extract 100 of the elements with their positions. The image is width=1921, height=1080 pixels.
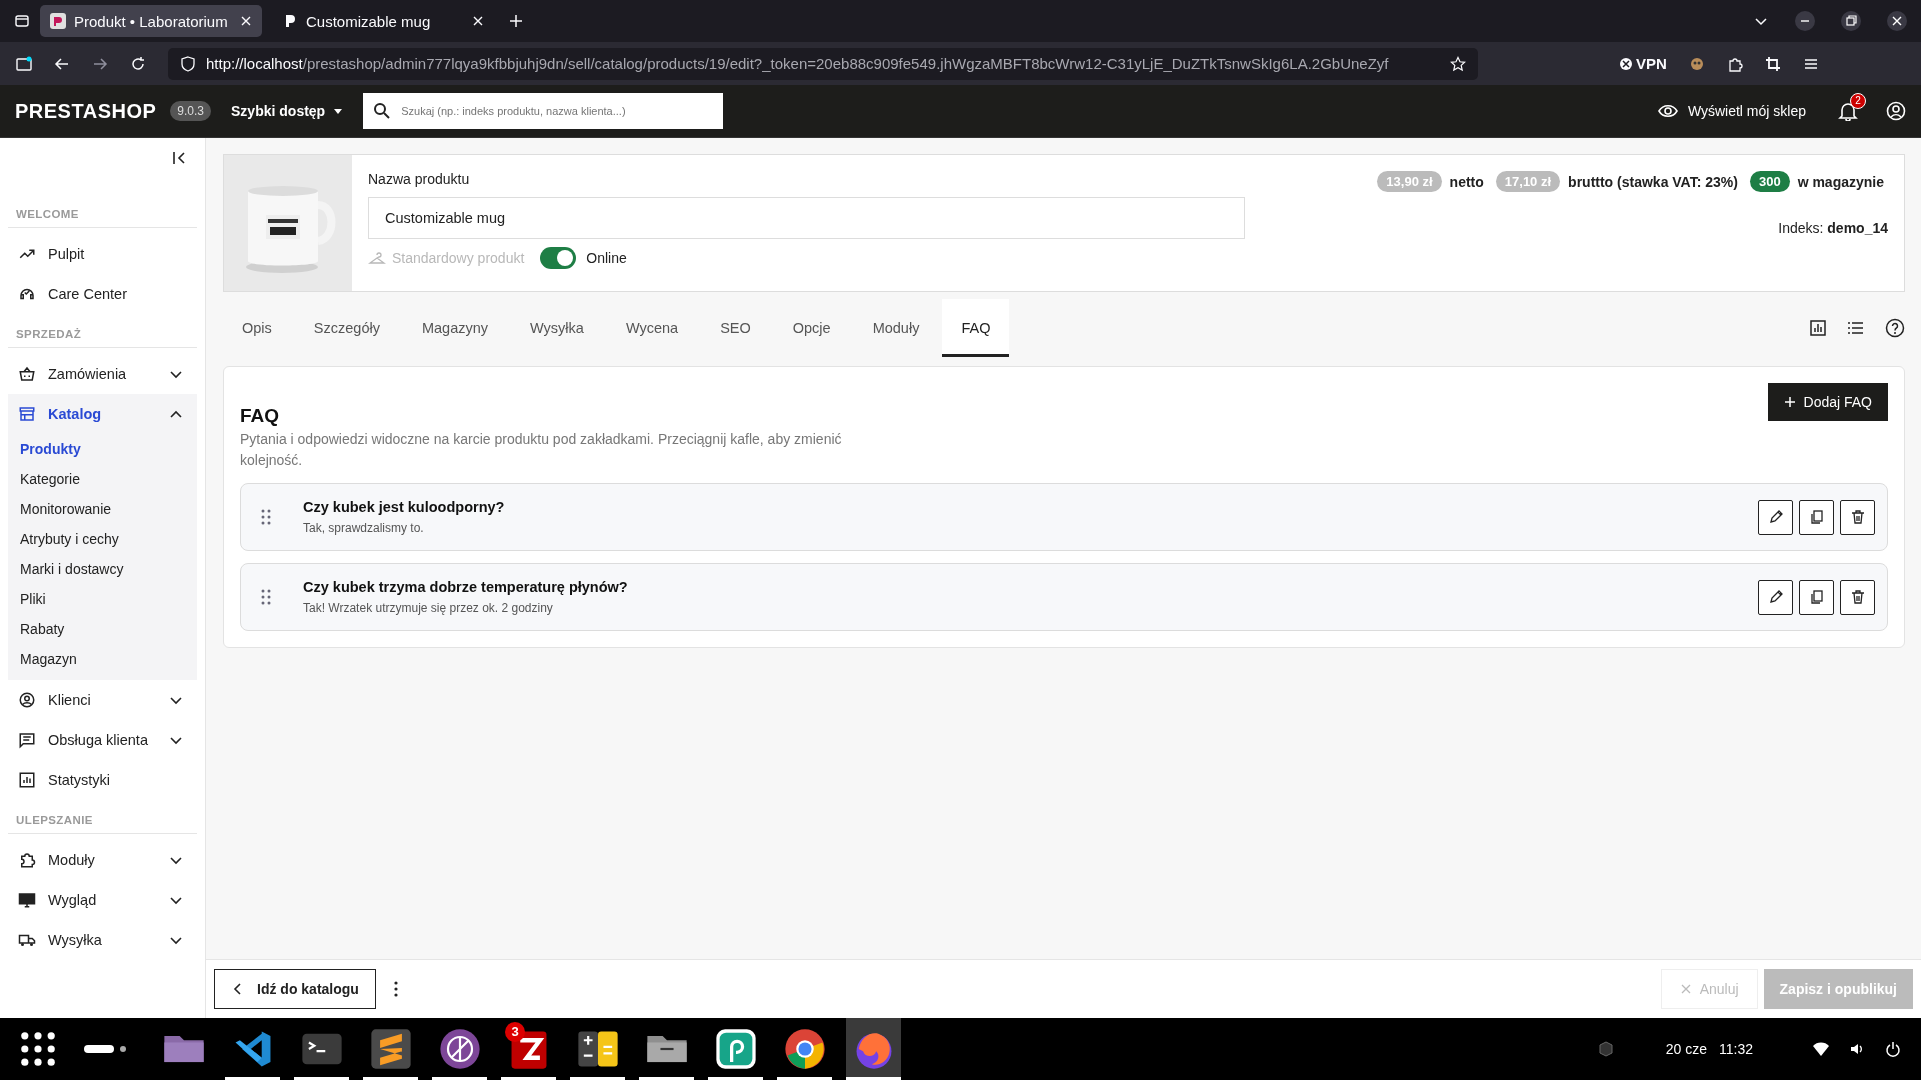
- pencil-icon: [1767, 589, 1784, 605]
- submenu-item[interactable]: Atrybuty i cechy: [8, 524, 197, 554]
- app-grid-icon[interactable]: [20, 1031, 56, 1067]
- delete-button[interactable]: [1840, 579, 1875, 615]
- wifi-icon[interactable]: [1813, 1041, 1829, 1057]
- submenu-item[interactable]: Pliki: [8, 584, 197, 614]
- faq-item[interactable]: Czy kubek jest kuloodporny? Tak, sprawdzalismy to.: [240, 483, 1888, 551]
- tab[interactable]: Magazyny: [402, 299, 507, 357]
- duplicate-button[interactable]: [1799, 579, 1834, 615]
- tab[interactable]: SEO: [701, 299, 770, 357]
- sidebar-item[interactable]: Care Center: [8, 274, 197, 314]
- submenu-item[interactable]: Rabaty: [8, 614, 197, 644]
- sidebar-item[interactable]: Pulpit: [8, 234, 197, 274]
- submenu-item[interactable]: Kategorie: [8, 464, 197, 494]
- add-faq-button[interactable]: Dodaj FAQ: [1767, 383, 1888, 421]
- pencil-icon: [1767, 509, 1784, 525]
- sidebar-item[interactable]: Moduły: [8, 840, 197, 880]
- menu-item-icon: [18, 731, 36, 749]
- extension-icon[interactable]: [1688, 55, 1705, 72]
- copy-icon: [1808, 509, 1825, 525]
- tab[interactable]: FAQ: [942, 299, 1010, 357]
- close-icon: [1679, 983, 1692, 995]
- chart-icon[interactable]: [1809, 319, 1827, 337]
- account-icon[interactable]: [1886, 101, 1906, 121]
- sidebar-item[interactable]: Zamówienia: [8, 354, 197, 394]
- help-icon[interactable]: [1885, 318, 1905, 338]
- hanger-icon: [368, 249, 386, 267]
- reload-icon[interactable]: [130, 55, 146, 72]
- restore-icon[interactable]: [1841, 11, 1861, 31]
- back-icon[interactable]: [54, 55, 70, 72]
- tab[interactable]: Moduły: [853, 299, 939, 357]
- power-icon[interactable]: [1885, 1041, 1901, 1057]
- tab-title: Customizable mug: [306, 12, 432, 30]
- price-label: netto: [1449, 173, 1484, 190]
- sidebar-item[interactable]: Statystyki: [8, 760, 197, 800]
- sidebar-item[interactable]: Wysyłka: [8, 920, 197, 960]
- clock[interactable]: 20 cze 11:32: [1665, 1041, 1753, 1057]
- sidebar-item[interactable]: Katalog: [8, 394, 197, 434]
- forward-icon[interactable]: [92, 55, 108, 72]
- faq-item[interactable]: Czy kubek trzyma dobrze temperaturę płynów? Tak! Wrzatek utrzymuje się przez ok. 2 godziny: [240, 563, 1888, 631]
- sidebar-icon[interactable]: [16, 55, 32, 72]
- quick-access-menu[interactable]: Szybki dostęp: [225, 102, 350, 120]
- online-switch[interactable]: [540, 247, 577, 269]
- delete-button[interactable]: [1840, 499, 1875, 535]
- list-icon[interactable]: [1847, 319, 1865, 337]
- submenu-item[interactable]: Produkty: [8, 434, 197, 464]
- taskbar-app[interactable]: 3: [501, 1018, 556, 1080]
- edit-button[interactable]: [1758, 499, 1793, 535]
- plus-icon: [1783, 396, 1796, 408]
- faq-answer: Tak! Wrzatek utrzymuje się przez ok. 2 godziny: [303, 601, 554, 615]
- back-to-catalog-button[interactable]: Idź do katalogu: [214, 969, 376, 1009]
- vpn-button[interactable]: VPN: [1620, 55, 1667, 72]
- section-heading: WELCOME: [8, 194, 197, 228]
- workspace-indicator-icon[interactable]: [84, 1044, 128, 1054]
- address-bar[interactable]: http://localhost/prestashop/admin777lqya9kfbbjuhj9dn/sell/catalog/products/19/edit?_token=20eb88c909fe549.jhWgzaMBFT8bcWrw12-C31yLjE_DuZTkTsnwSkIg6LA.2GbUneZyf: [168, 47, 1478, 80]
- switch-label: Online: [586, 250, 627, 266]
- submenu-item[interactable]: Marki i dostawcy: [8, 554, 197, 584]
- tab[interactable]: Wycena: [606, 299, 698, 357]
- crop-icon[interactable]: [1764, 55, 1781, 72]
- menu-item-icon: [18, 891, 36, 909]
- submenu-item[interactable]: Monitorowanie: [8, 494, 197, 524]
- new-tab-icon[interactable]: [508, 13, 524, 29]
- browser-tab[interactable]: Produkt • Laboratorium: [40, 5, 262, 37]
- drag-handle-icon[interactable]: [261, 589, 271, 605]
- close-icon[interactable]: [472, 15, 484, 27]
- product-name-field[interactable]: Customizable mug: [368, 197, 1245, 239]
- minimize-icon[interactable]: [1795, 11, 1815, 31]
- stock-label: w magazynie: [1797, 173, 1884, 190]
- duplicate-button[interactable]: [1799, 499, 1834, 535]
- submenu-item[interactable]: Magazyn: [8, 644, 197, 674]
- search-field[interactable]: Szukaj (np.: indeks produktu, nazwa klienta...): [363, 93, 724, 129]
- field-label: Nazwa produktu: [368, 171, 471, 187]
- logo[interactable]: PRESTASHOP: [15, 99, 157, 123]
- sidebar-item[interactable]: Obsługa klienta: [8, 720, 197, 760]
- faq-question: Czy kubek trzyma dobrze temperaturę płynów?: [303, 579, 629, 595]
- sidebar-item[interactable]: Wygląd: [8, 880, 197, 920]
- faq-answer: Tak, sprawdzalismy to.: [303, 521, 425, 535]
- tab[interactable]: Opcje: [773, 299, 850, 357]
- more-icon[interactable]: [393, 981, 398, 997]
- view-shop-link[interactable]: Wyświetl mój sklep: [1651, 100, 1812, 122]
- puzzle-icon[interactable]: [1726, 55, 1743, 72]
- close-icon[interactable]: [240, 15, 252, 27]
- star-icon[interactable]: [1450, 55, 1466, 72]
- browser-tab[interactable]: Customizable mug: [272, 5, 494, 37]
- price-label: bruttto (stawka VAT: 23%): [1568, 173, 1738, 190]
- collapse-icon[interactable]: [171, 150, 187, 166]
- tab[interactable]: Szczegóły: [294, 299, 399, 357]
- section-heading: ULEPSZANIE: [8, 800, 197, 834]
- cube-icon[interactable]: [1597, 1041, 1614, 1057]
- edit-button[interactable]: [1758, 579, 1793, 615]
- tab[interactable]: Wysyłka: [511, 299, 603, 357]
- tab-title: Produkt • Laboratorium: [74, 12, 229, 30]
- close-icon[interactable]: [1887, 11, 1907, 31]
- sidebar-item[interactable]: Klienci: [8, 680, 197, 720]
- volume-icon[interactable]: [1849, 1041, 1865, 1057]
- faq-question: Czy kubek jest kuloodporny?: [303, 499, 506, 515]
- tab[interactable]: Opis: [223, 299, 291, 357]
- tab-list-icon[interactable]: [14, 13, 30, 29]
- drag-handle-icon[interactable]: [261, 509, 271, 525]
- taskbar-app[interactable]: [846, 1018, 901, 1080]
